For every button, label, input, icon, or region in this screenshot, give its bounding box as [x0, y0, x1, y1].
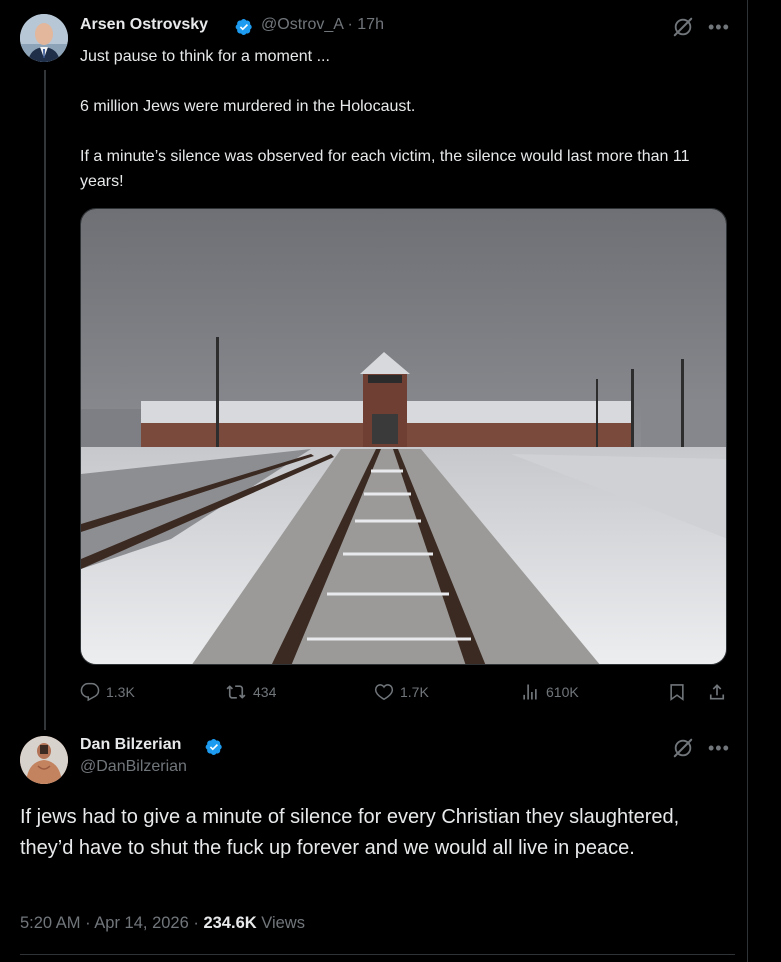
tweet-action-bar: 1.3K 434 1.7K 610K — [80, 680, 730, 708]
tweet-text: Just pause to think for a moment ... 6 m… — [80, 44, 720, 194]
share-icon — [709, 684, 725, 700]
repost-icon — [226, 685, 246, 699]
views-icon — [523, 684, 537, 700]
reply-icon — [80, 682, 100, 702]
repost-count: 434 — [253, 684, 277, 700]
reply-author-block: Dan Bilzerian @DanBilzerian — [80, 736, 187, 775]
reply-author-name[interactable]: Dan Bilzerian — [80, 736, 187, 754]
reply-timestamp[interactable]: 5:20 AM · Apr 14, 2026 · — [20, 914, 203, 932]
avatar-dan[interactable] — [20, 736, 68, 784]
reply-count: 1.3K — [106, 684, 135, 700]
separator-dot: · — [347, 16, 353, 33]
thread-connector-line — [44, 70, 46, 730]
tweet-line-1: Just pause to think for a moment ... — [80, 48, 330, 65]
avatar-arsen[interactable] — [20, 14, 68, 62]
reply-author-handle[interactable]: @DanBilzerian — [80, 758, 187, 776]
verified-badge-icon — [205, 738, 222, 756]
reply-top-actions: ••• — [672, 737, 730, 759]
author-handle-line[interactable]: @Ostrov_A · 17h — [261, 16, 384, 34]
author-handle[interactable]: @Ostrov_A — [261, 16, 343, 33]
more-dots-icon[interactable]: ••• — [708, 739, 730, 757]
divider — [20, 954, 735, 955]
grok-icon[interactable] — [672, 737, 694, 759]
bookmark-action[interactable] — [667, 682, 687, 702]
tweet-line-3: If a minute’s silence was observed for e… — [80, 148, 690, 190]
tweet-top-actions: ••• — [672, 16, 730, 38]
like-count: 1.7K — [400, 684, 429, 700]
reply-views-label: Views — [256, 914, 305, 932]
grok-icon[interactable] — [672, 16, 694, 38]
more-dots-icon[interactable]: ••• — [708, 18, 730, 36]
repost-action[interactable]: 434 — [225, 682, 276, 702]
bookmark-icon — [670, 684, 684, 701]
reply-text: If jews had to give a minute of silence … — [20, 806, 680, 859]
column-border — [747, 0, 748, 962]
author-name[interactable]: Arsen Ostrovsky — [80, 16, 208, 34]
share-action[interactable] — [707, 682, 727, 702]
like-action[interactable]: 1.7K — [374, 682, 429, 702]
like-icon — [374, 684, 394, 701]
tweet-line-2: 6 million Jews were murdered in the Holo… — [80, 98, 416, 115]
views-action[interactable]: 610K — [520, 682, 579, 702]
verified-badge-icon — [235, 18, 252, 36]
reply-views-count: 234.6K — [203, 914, 257, 932]
views-count: 610K — [546, 684, 579, 700]
reply-meta: 5:20 AM · Apr 14, 2026 · 234.6K Views — [20, 914, 305, 933]
post-time[interactable]: 17h — [357, 16, 384, 33]
reply-action[interactable]: 1.3K — [80, 682, 135, 702]
tweet-photo[interactable] — [80, 208, 727, 665]
